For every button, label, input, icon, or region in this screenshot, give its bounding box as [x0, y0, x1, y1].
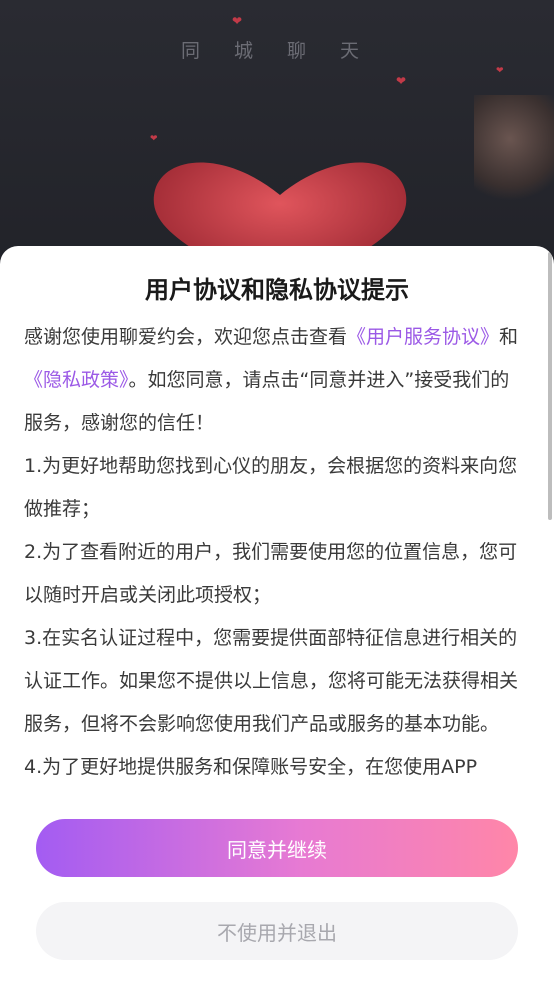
privacy-policy-link[interactable]: 《隐私政策》: [24, 369, 129, 391]
intro-paragraph: 感谢您使用聊爱约会，欢迎您点击查看《用户服务协议》和《隐私政策》。如您同意，请点…: [24, 316, 528, 445]
decline-exit-button[interactable]: 不使用并退出: [36, 902, 518, 960]
dialog-title: 用户协议和隐私协议提示: [145, 276, 409, 304]
user-agreement-link[interactable]: 《用户服务协议》: [347, 326, 499, 348]
cloud-decoration: [474, 95, 554, 205]
agreement-dialog: 用户协议和隐私协议提示 感谢您使用聊爱约会，欢迎您点击查看《用户服务协议》和《隐…: [0, 246, 554, 984]
heart-icon: ❤: [496, 66, 504, 76]
heart-icon: ❤: [396, 74, 407, 88]
agreement-content[interactable]: 感谢您使用聊爱约会，欢迎您点击查看《用户服务协议》和《隐私政策》。如您同意，请点…: [24, 316, 528, 806]
content-fade: [0, 776, 554, 816]
list-item: 3.在实名认证过程中，您需要提供面部特征信息进行相关的认证工作。如果您不提供以上…: [24, 627, 519, 735]
heart-icon: ❤: [150, 134, 158, 144]
and-text: 和: [499, 326, 519, 348]
agree-continue-button[interactable]: 同意并继续: [36, 819, 518, 877]
list-item: 2.为了查看附近的用户，我们需要使用您的位置信息，您可以随时开启或关闭此项授权；: [24, 541, 518, 606]
app-title: 同 城 聊 天: [180, 40, 374, 62]
list-item: 1.为更好地帮助您找到心仪的朋友，会根据您的资料来向您做推荐；: [24, 455, 518, 520]
heart-icon: ❤: [232, 14, 243, 28]
intro-prefix: 感谢您使用聊爱约会，欢迎您点击查看: [24, 326, 348, 348]
